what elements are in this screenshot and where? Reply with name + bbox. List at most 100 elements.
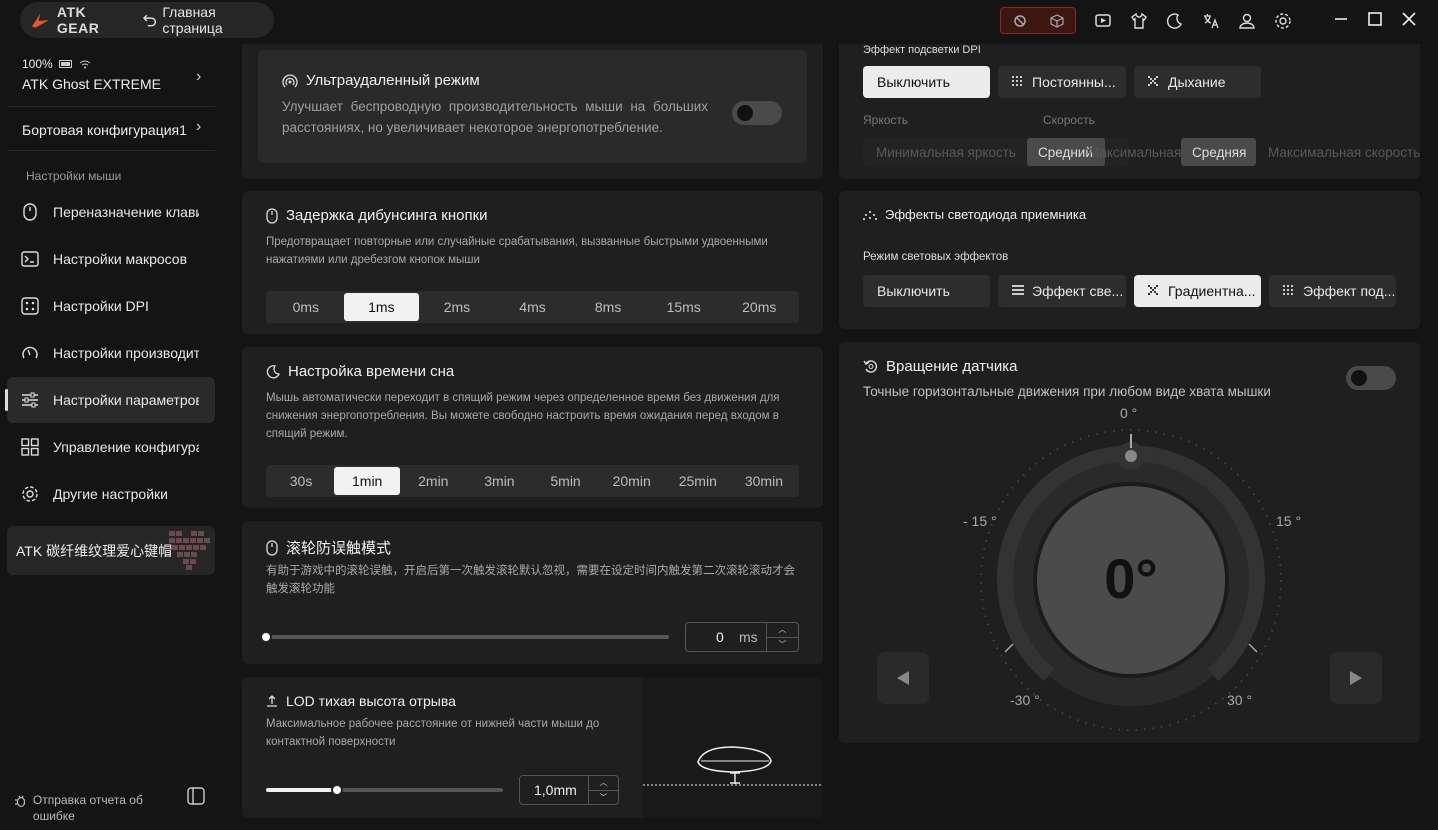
alert-toolbar [1000,7,1076,34]
sidebar-item-config-management[interactable]: Управление конфигурациями [7,424,215,470]
terminal-icon [21,251,39,267]
backlight-breath-button[interactable]: Дыхание [1134,66,1261,98]
close-icon[interactable] [1396,6,1422,32]
debounce-option[interactable]: 15ms [646,293,722,321]
decrement-icon[interactable]: ﹀ [589,791,618,805]
scroll-slider-track[interactable] [266,635,669,639]
receiver-gradient-label: Градиентна... [1168,283,1256,299]
minimize-icon[interactable] [1328,6,1354,32]
mouse-icon [266,207,278,224]
decrement-icon[interactable]: ﹀ [767,638,798,652]
user-icon[interactable] [1234,8,1260,34]
scroll-number-input[interactable]: 0 ms ︿ ﹀ [685,622,799,652]
debounce-option[interactable]: 2ms [419,293,495,321]
lod-stepper: ︿ ﹀ [588,776,618,804]
block-icon[interactable] [1001,8,1038,33]
sleep-option[interactable]: 25min [665,467,731,495]
battery-icon [58,60,72,68]
sleep-option[interactable]: 30s [268,467,334,495]
brand-logo: ATK GEAR [30,4,129,36]
sidebar-item-macros[interactable]: Настройки макросов [7,236,215,282]
lod-number-input[interactable]: 1,0mm ︿ ﹀ [519,775,619,805]
tick-minus-15: - 15 ° [963,513,997,529]
moon-icon[interactable] [1162,8,1188,34]
sleep-option[interactable]: 2min [400,467,466,495]
report-bug-button[interactable]: Отправка отчета об ошибке [14,792,154,824]
sleep-desc: Мышь автоматически переходит в спящий ре… [266,392,780,440]
sleep-title-text: Настройка времени сна [288,363,455,380]
lod-desc: Максимальное рабочее расстояние от нижне… [266,718,600,748]
increment-icon[interactable]: ︿ [589,776,618,791]
lod-slider-fill [266,788,337,792]
cube-icon[interactable] [1038,8,1075,33]
sleep-option[interactable]: 3min [466,467,532,495]
atk-logo-icon [31,13,49,28]
shirt-icon[interactable] [1126,8,1152,34]
sidebar-toggle-icon[interactable] [187,787,205,810]
debounce-option[interactable]: 8ms [570,293,646,321]
translate-icon[interactable] [1198,8,1224,34]
sleep-option[interactable]: 30min [731,467,797,495]
sidebar-item-key-remap[interactable]: Переназначение клавиш [7,189,215,235]
dpi-backlight-card: Эффект подсветки DPI Выключить Постоянны… [839,44,1420,179]
ultra-range-panel: Ультраудаленный режим Улучшает беспровод… [258,50,807,163]
brightness-label: Яркость [863,113,909,127]
sidebar-item-parameters[interactable]: Настройки параметров [5,377,215,423]
increment-icon[interactable]: ︿ [767,623,798,638]
sidebar-item-dpi[interactable]: Настройки DPI [7,283,215,329]
config-chevron-icon[interactable]: › [196,118,201,136]
receiver-gradient-button[interactable]: Градиентна... [1134,275,1261,307]
toolbar-icons [1090,8,1296,34]
led-dots-icon [863,210,877,220]
section-label: Настройки мыши [26,169,122,183]
sidebar-item-performance[interactable]: Настройки производительности [7,330,215,376]
debounce-title-text: Задержка дибунсинга кнопки [286,207,488,224]
receiver-backlight-label: Эффект под... [1303,283,1396,299]
sleep-card: Настройка времени сна Мышь автоматически… [242,347,823,508]
back-arrow-icon [143,14,157,27]
scroll-slider-knob[interactable] [260,631,272,643]
home-button[interactable]: Главная страница [143,4,274,36]
mouse-icon [23,203,37,221]
brand-pill: ATK GEAR Главная страница [20,2,274,38]
sleep-title: Настройка времени сна [266,363,454,380]
backlight-off-button[interactable]: Выключить [863,66,990,98]
lod-slider-knob[interactable] [331,784,343,796]
sleep-option[interactable]: 5min [533,467,599,495]
config-name[interactable]: Бортовая конфигурация1 [22,122,187,138]
device-name[interactable]: ATK Ghost EXTREME [22,76,161,92]
debounce-card: Задержка дибунсинга кнопки Предотвращает… [242,191,823,334]
receiver-title-text: Эффекты светодиода приемника [885,207,1087,222]
moon-icon [266,364,280,378]
sleep-option[interactable]: 1min [334,467,401,495]
scroll-value: 0 [716,629,724,645]
scroll-desc: 有助于游戏中的滚轮误触，开启后第一次触发滚轮默认忽视，需要在设定时间内触发第二次… [266,565,795,595]
ultra-desc: Улучшает беспроводную производительность… [282,99,708,135]
receiver-effect-button[interactable]: Эффект све... [998,275,1126,307]
debounce-option[interactable]: 20ms [721,293,797,321]
sleep-option[interactable]: 20min [599,467,665,495]
promo-banner[interactable]: ATK 碳纤维纹理爱心键帽 [7,526,215,575]
backlight-breath-label: Дыхание [1168,74,1226,90]
device-chevron-icon[interactable]: › [196,68,201,86]
lift-icon [267,695,277,707]
tick-minus-30: -30 ° [1010,692,1040,708]
receiver-off-button[interactable]: Выключить [863,275,990,307]
report-label: Отправка отчета об ошибке [32,793,143,823]
debounce-option[interactable]: 0ms [268,293,344,321]
wifi-icon [79,60,91,68]
sidebar-item-label: Другие настройки [53,486,168,502]
ultra-range-toggle[interactable] [732,101,782,125]
maximize-icon[interactable] [1362,6,1388,32]
sleep-selector: 30s 1min 2min 3min 5min 20min 25min 30min [266,465,799,497]
play-icon[interactable] [1090,8,1116,34]
debounce-option[interactable]: 4ms [495,293,571,321]
receiver-backlight-button[interactable]: Эффект под... [1269,275,1396,307]
gear-icon[interactable] [1270,8,1296,34]
rotate-left-button[interactable] [877,652,929,704]
home-label: Главная страница [162,4,223,36]
backlight-steady-button[interactable]: Постоянны... [998,66,1126,98]
rotate-right-button[interactable] [1330,652,1382,704]
sidebar-item-other[interactable]: Другие настройки [7,471,215,517]
debounce-option[interactable]: 1ms [343,293,420,321]
